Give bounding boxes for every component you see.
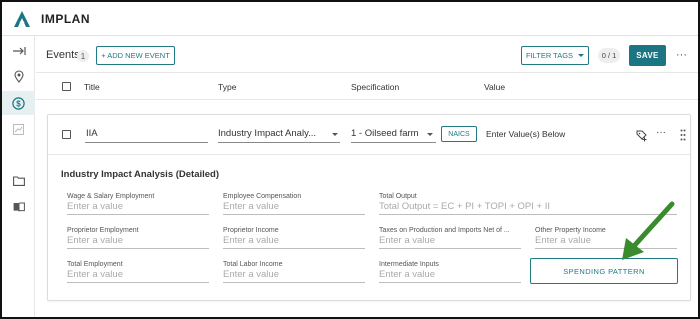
column-header-row: Title Type Specification Value [36,72,698,100]
proprietor-income-input[interactable]: Enter a value [223,235,365,249]
field-label-taxes-on-production: Taxes on Production and Imports Net of .… [379,227,510,234]
folder-icon[interactable] [2,169,35,193]
tag-add-icon[interactable] [636,129,648,147]
proprietor-employment-input[interactable]: Enter a value [67,235,209,249]
field-label-total-labor-income: Total Labor Income [223,261,283,268]
taxes-on-production-input[interactable]: Enter a value [379,235,521,249]
field-label-wage-salary-employment: Wage & Salary Employment [67,193,155,200]
annotation-arrow-icon [622,201,675,260]
value-hint: Enter Value(s) Below [486,129,566,139]
naics-button[interactable]: NAICS [441,126,477,142]
app-title: IMPLAN [41,11,90,26]
title-underline [85,142,208,143]
employee-compensation-input[interactable]: Enter a value [223,201,365,215]
events-label: Events [46,49,80,61]
chart-icon[interactable] [2,117,35,141]
save-button[interactable]: SAVE [629,45,666,66]
add-new-event-button[interactable]: + ADD NEW EVENT [96,46,175,65]
field-label-intermediate-inputs: Intermediate Inputs [379,261,439,268]
field-label-other-property-income: Other Property Income [535,227,606,234]
type-underline [218,142,340,143]
events-count-badge: 1 [77,50,89,62]
column-value: Value [484,82,506,92]
dollar-icon[interactable]: $ [2,91,35,115]
filter-tags-button[interactable]: FILTER TAGS [521,46,589,65]
field-label-employee-compensation: Employee Compensation [223,193,302,200]
event-title-input[interactable]: IIA [86,128,98,139]
event-type-select[interactable]: Industry Impact Analy... [218,128,316,139]
chevron-down-icon [578,54,585,57]
column-specification: Specification [351,82,400,92]
implan-logo-icon [12,9,32,29]
total-labor-income-input[interactable]: Enter a value [223,269,365,283]
field-label-total-employment: Total Employment [67,261,123,268]
drag-handle-icon[interactable] [680,128,686,146]
section-title: Industry Impact Analysis (Detailed) [61,169,220,180]
total-employment-input[interactable]: Enter a value [67,269,209,283]
type-chevron-down-icon[interactable] [332,133,338,136]
specification-select[interactable]: 1 - Oilseed farm [351,128,419,139]
top-bar: IMPLAN [2,2,698,36]
filter-tags-label: FILTER TAGS [525,51,574,60]
collapse-arrow-icon[interactable] [2,39,35,63]
event-checkbox[interactable] [62,130,71,139]
event-more-icon[interactable]: ··· [656,127,666,138]
column-type: Type [218,82,237,92]
event-card: IIA Industry Impact Analy... 1 - Oilseed… [47,114,691,301]
book-icon[interactable] [2,195,35,219]
column-title: Title [84,82,100,92]
sidebar: $ [2,36,35,317]
field-label-total-output: Total Output [379,193,417,200]
field-label-proprietor-employment: Proprietor Employment [67,227,139,234]
page-indicator: 0 / 1 [598,48,620,63]
select-all-checkbox[interactable] [62,82,71,91]
more-options-icon[interactable]: ··· [676,49,687,61]
wage-salary-employment-input[interactable]: Enter a value [67,201,209,215]
svg-text:$: $ [16,99,21,108]
app-window: IMPLAN $ Events 1 + ADD NEW EVENT FILTER… [0,0,700,319]
spec-underline [351,142,436,143]
intermediate-inputs-input[interactable]: Enter a value [379,269,521,283]
location-pin-icon[interactable] [2,64,35,88]
field-label-proprietor-income: Proprietor Income [223,227,279,234]
spec-chevron-down-icon[interactable] [427,133,433,136]
event-row: IIA Industry Impact Analy... 1 - Oilseed… [48,115,690,155]
